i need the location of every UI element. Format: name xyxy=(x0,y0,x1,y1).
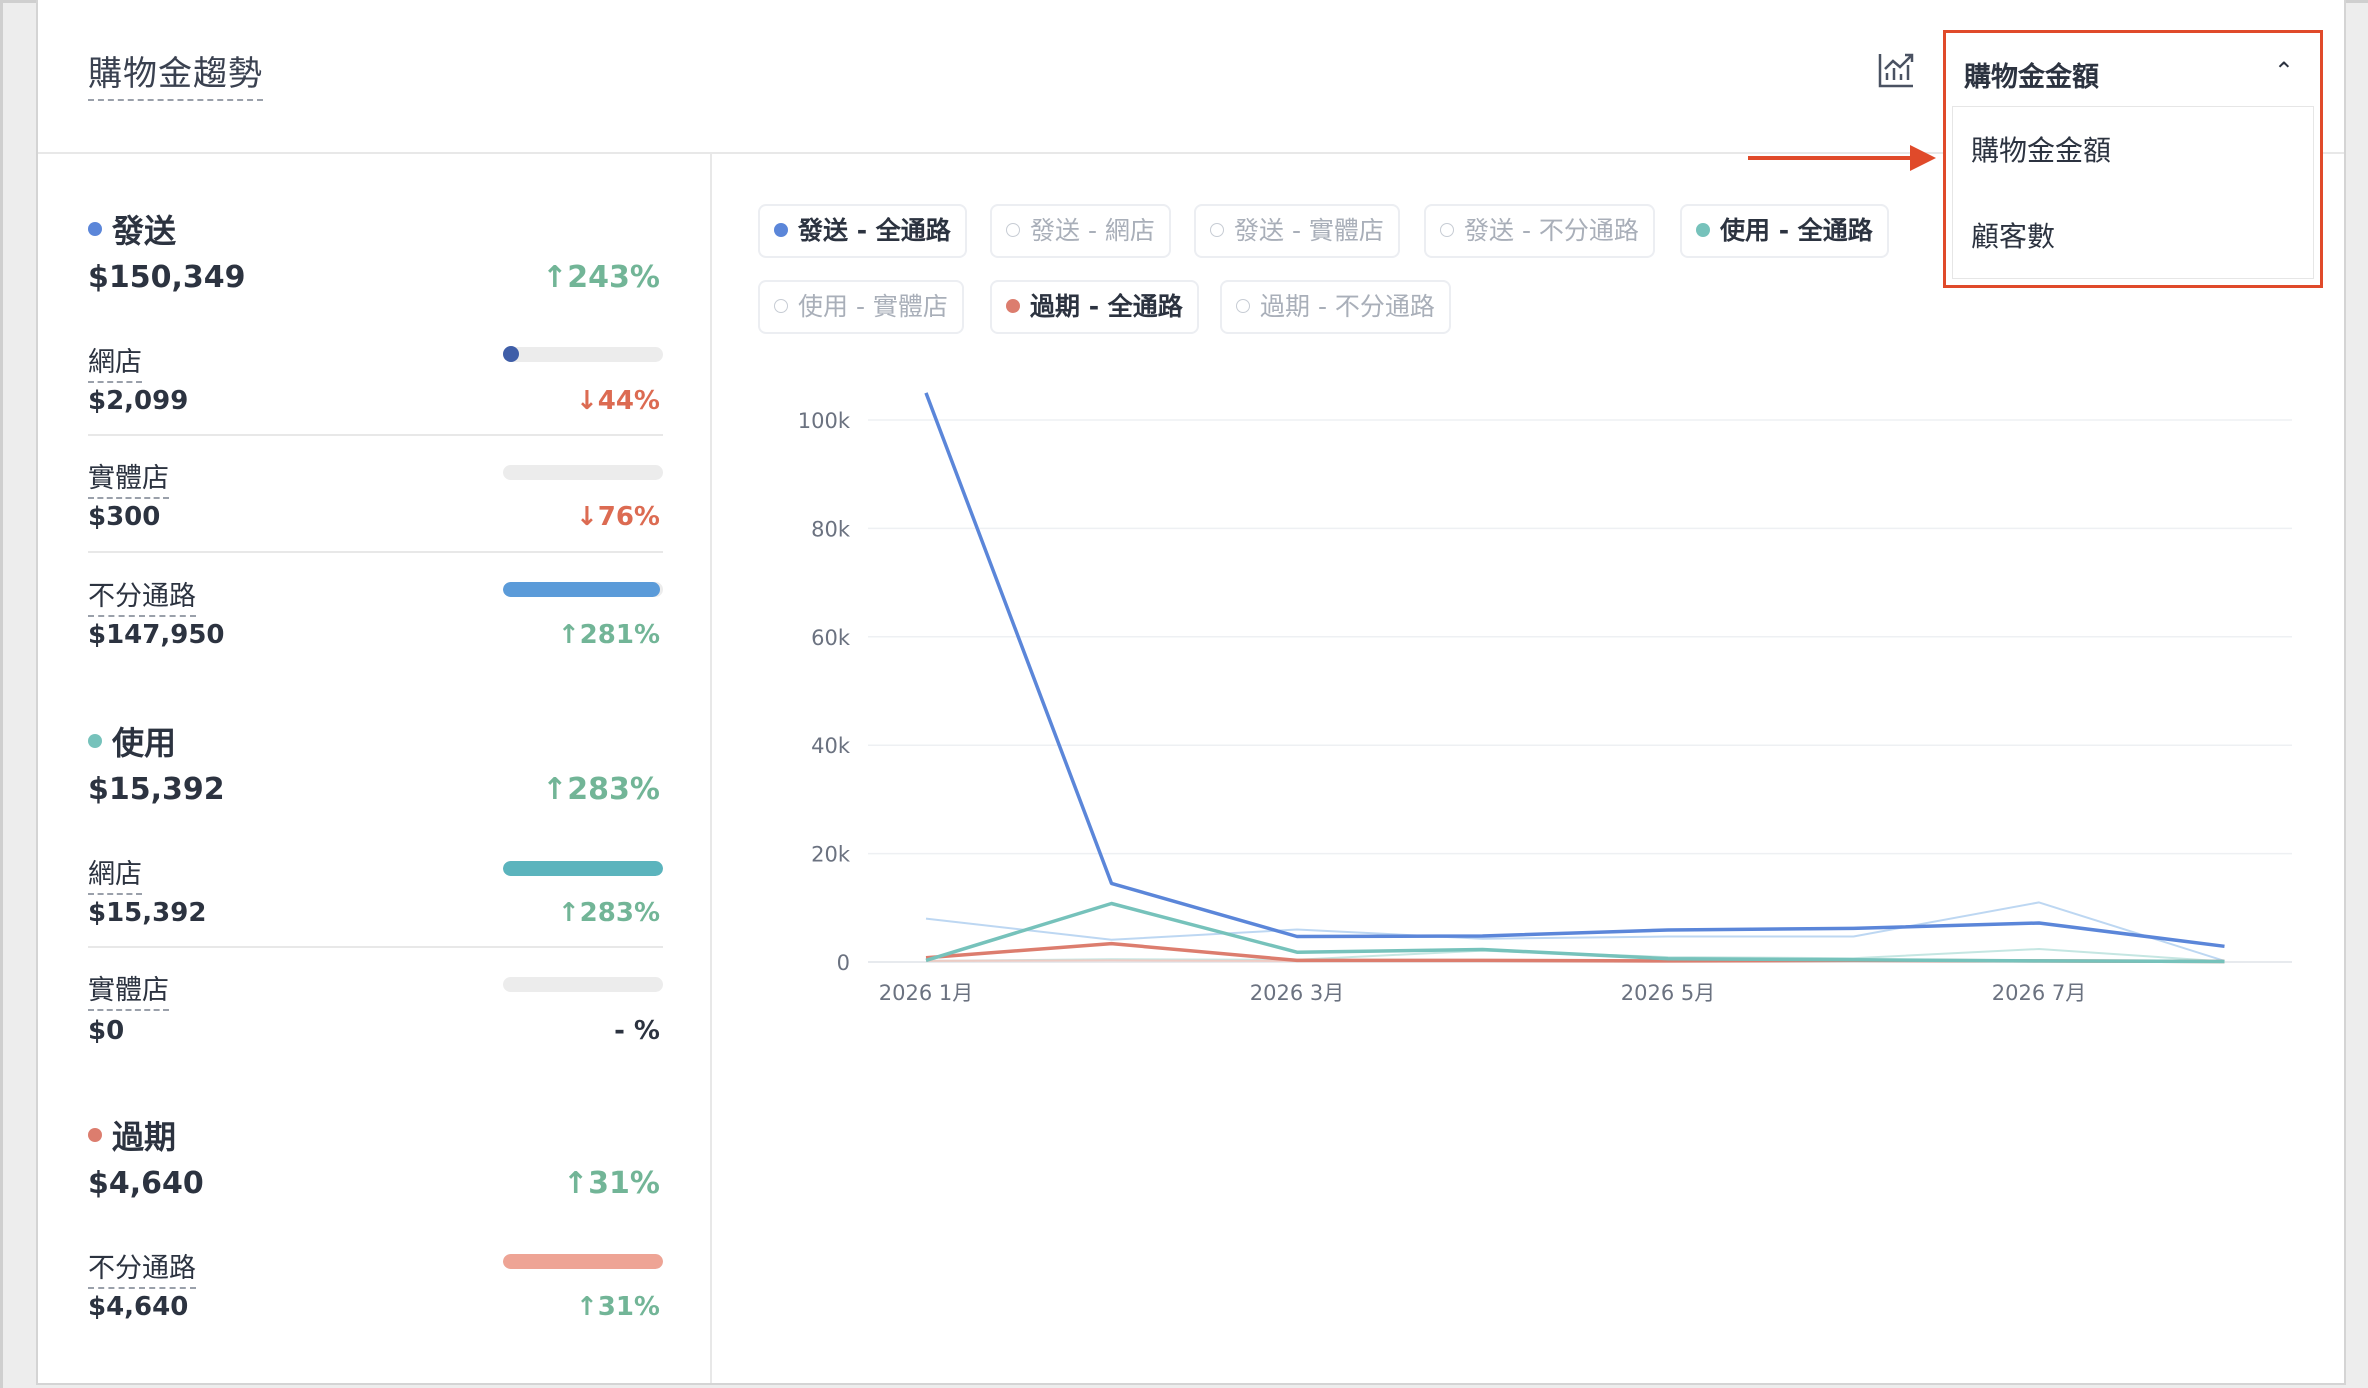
y-tick-label: 0 xyxy=(837,951,850,975)
legend-dot xyxy=(1006,299,1020,313)
legend-chip[interactable]: 使用 - 全通路 xyxy=(1680,204,1889,258)
series-line xyxy=(925,901,2225,964)
group-change-issue: ↑243% xyxy=(542,260,660,295)
legend-chip[interactable]: 過期 - 全通路 xyxy=(990,280,1199,334)
legend-dot xyxy=(1006,223,1020,237)
channel-share-bar xyxy=(503,582,663,597)
channel-change: ↑283% xyxy=(557,898,660,928)
divider xyxy=(88,946,663,948)
legend-dot xyxy=(774,223,788,237)
channel-share-fill xyxy=(503,346,519,362)
line-chart-icon xyxy=(1878,53,1914,88)
legend-chip[interactable]: 發送 - 不分通路 xyxy=(1424,204,1655,258)
legend-dot xyxy=(774,299,788,313)
x-tick-label: 2026 3月 xyxy=(1250,981,1344,1005)
channel-change: - % xyxy=(614,1016,660,1046)
channel-value: $2,099 xyxy=(88,386,189,416)
group-change-expire: ↑31% xyxy=(563,1166,660,1201)
y-tick-label: 60k xyxy=(811,626,851,650)
group-title-use: 使用 xyxy=(88,718,176,764)
channel-value: $15,392 xyxy=(88,898,207,928)
x-tick-label: 2026 5月 xyxy=(1621,981,1715,1005)
legend-chip[interactable]: 發送 - 實體店 xyxy=(1194,204,1400,258)
group-title-expire: 過期 xyxy=(88,1112,176,1158)
channel-share-fill xyxy=(503,861,663,876)
channel-value: $147,950 xyxy=(88,620,225,650)
chevron-up-icon: ⌃ xyxy=(2273,57,2294,85)
channel-share-fill xyxy=(503,1254,663,1269)
legend-chip[interactable]: 使用 - 實體店 xyxy=(758,280,964,334)
channel-value: $300 xyxy=(88,502,161,532)
issue-dot xyxy=(88,222,102,236)
legend-chip[interactable]: 發送 - 全通路 xyxy=(758,204,967,258)
metric-option-customers[interactable]: 顧客數 xyxy=(1971,215,2055,255)
channel-share-bar xyxy=(503,861,663,876)
metric-select-value: 購物金金額 xyxy=(1964,62,2099,93)
chart-type-icon[interactable] xyxy=(1876,50,1916,90)
group-change-use: ↑283% xyxy=(542,772,660,807)
highlight-arrow-head xyxy=(1910,145,1936,171)
channel-share-bar xyxy=(503,1254,663,1269)
series-line xyxy=(925,941,2225,964)
trend-card: 購物金趨勢 購物金金額 ⌃ 購物金金額 顧客數 發送 $150,349 ↑243… xyxy=(36,0,2346,1385)
highlight-arrow-shaft xyxy=(1748,156,1918,160)
divider xyxy=(88,434,663,436)
series-line xyxy=(924,392,2225,949)
legend-chip[interactable]: 發送 - 網店 xyxy=(990,204,1171,258)
channel-share-bar xyxy=(503,465,663,480)
metric-dropdown-list: 購物金金額 顧客數 xyxy=(1952,106,2314,279)
expire-dot xyxy=(88,1128,102,1142)
group-total-issue: $150,349 xyxy=(88,260,246,295)
channel-change: ↓76% xyxy=(575,502,660,532)
series-line xyxy=(925,901,2225,962)
x-tick-label: 2026 1月 xyxy=(879,981,973,1005)
summary-sidebar: 發送 $150,349 ↑243% 網店 $2,099 ↓44% 實體店 $30… xyxy=(38,154,712,1383)
divider xyxy=(88,551,663,553)
metric-select[interactable]: 購物金金額 ⌃ xyxy=(1943,30,2323,112)
group-total-use: $15,392 xyxy=(88,772,225,807)
series-line xyxy=(925,948,2225,963)
channel-label: 不分通路 xyxy=(88,574,196,617)
channel-value: $0 xyxy=(88,1016,125,1046)
window-left-edge xyxy=(0,0,3,1388)
metric-option-amount[interactable]: 購物金金額 xyxy=(1971,129,2111,169)
legend-dot xyxy=(1440,223,1454,237)
y-tick-label: 80k xyxy=(811,517,851,541)
x-tick-label: 2026 7月 xyxy=(1992,981,2086,1005)
channel-label: 不分通路 xyxy=(88,1246,196,1289)
channel-change: ↓44% xyxy=(575,386,660,416)
page-title: 購物金趨勢 xyxy=(88,46,263,101)
y-tick-label: 100k xyxy=(798,409,851,433)
group-total-expire: $4,640 xyxy=(88,1166,204,1201)
channel-change: ↑31% xyxy=(575,1292,660,1322)
channel-label: 網店 xyxy=(88,340,142,383)
legend-dot xyxy=(1210,223,1224,237)
metric-dropdown: 購物金金額 顧客數 xyxy=(1943,106,2323,288)
legend-chip[interactable]: 過期 - 不分通路 xyxy=(1220,280,1451,334)
y-tick-label: 20k xyxy=(811,843,851,867)
channel-share-bar xyxy=(503,346,663,362)
y-tick-label: 40k xyxy=(811,734,851,758)
use-dot xyxy=(88,734,102,748)
channel-label: 網店 xyxy=(88,852,142,895)
channel-value: $4,640 xyxy=(88,1292,189,1322)
channel-label: 實體店 xyxy=(88,456,169,499)
channel-change: ↑281% xyxy=(557,620,660,650)
channel-share-fill xyxy=(503,582,660,597)
legend-dot xyxy=(1236,299,1250,313)
group-title-issue: 發送 xyxy=(88,206,176,252)
legend-dot xyxy=(1696,223,1710,237)
channel-share-bar xyxy=(503,977,663,992)
channel-label: 實體店 xyxy=(88,968,169,1011)
series-line xyxy=(925,959,2225,963)
